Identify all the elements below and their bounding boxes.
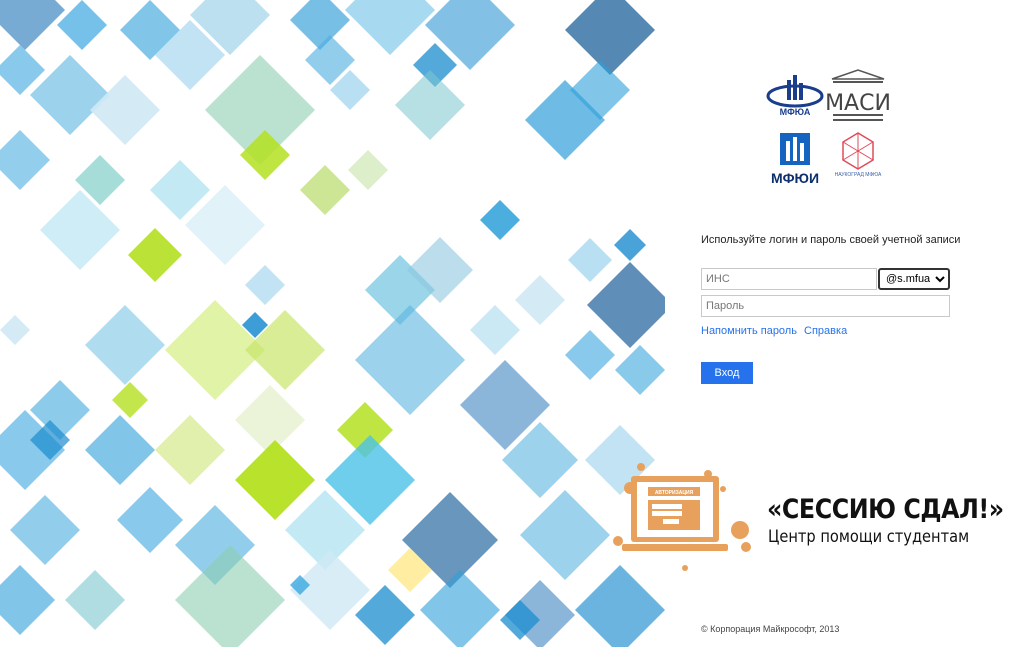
- background-illustration: [0, 0, 665, 647]
- login-instruction: Используйте логин и пароль своей учетной…: [701, 234, 961, 246]
- help-links: Напомнить пароль Справка: [701, 325, 851, 337]
- mfui-logo-text: МФЮИ: [771, 170, 819, 186]
- help-link[interactable]: Справка: [804, 325, 847, 337]
- banner-screen-heading: АВТОРИЗАЦИЯ: [655, 490, 694, 496]
- logos-block: МФЮА МАСИ МФЮИ НАУКОГРАД МФЮА: [766, 69, 891, 186]
- mfua-logo-text: МФЮА: [780, 107, 811, 117]
- diamond-pattern: [0, 0, 665, 647]
- masi-logo-text: МАСИ: [825, 91, 891, 116]
- naukograd-logo-text: НАУКОГРАД МФЮА: [835, 172, 882, 178]
- naukograd-logo: НАУКОГРАД МФЮА: [835, 132, 882, 178]
- mfui-logo: МФЮИ: [771, 133, 819, 186]
- login-button[interactable]: Вход: [701, 362, 753, 384]
- mfua-logo: МФЮА: [766, 75, 824, 117]
- password-field[interactable]: [701, 295, 950, 317]
- remind-password-link[interactable]: Напомнить пароль: [701, 325, 797, 337]
- banner-title: «СЕССИЮ СДАЛ!»: [767, 494, 1004, 525]
- masi-logo: МАСИ: [825, 69, 891, 121]
- login-field[interactable]: [701, 268, 877, 290]
- banner-subtitle: Центр помощи студентам: [768, 527, 970, 547]
- domain-select[interactable]: @s.mfua.ru: [878, 268, 950, 290]
- copyright-text: © Корпорация Майкрософт, 2013: [701, 624, 840, 634]
